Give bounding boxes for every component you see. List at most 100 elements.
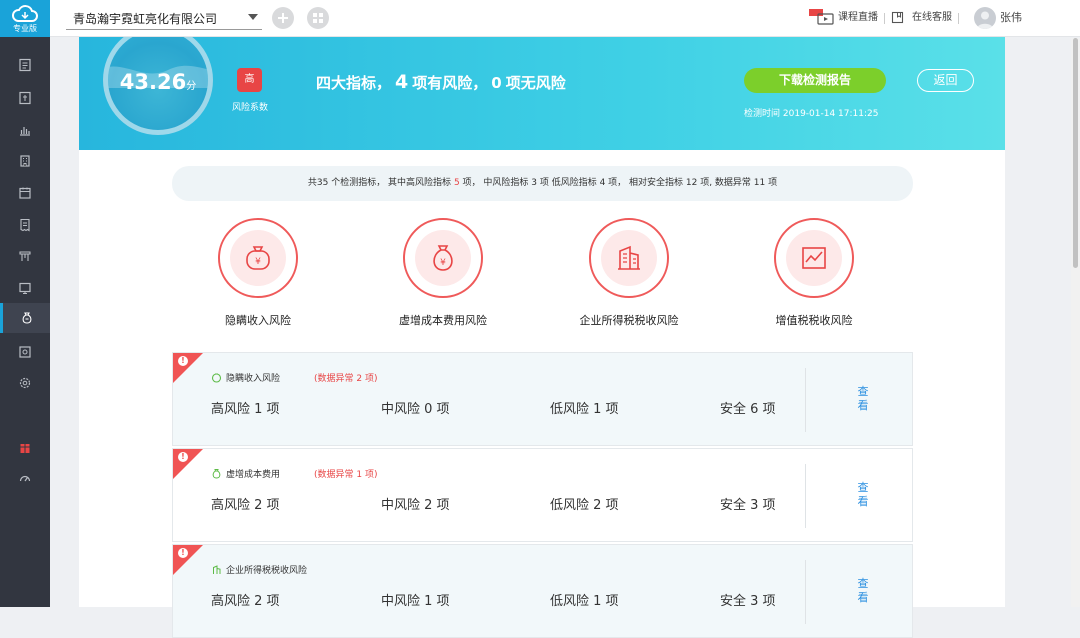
high-risk-stat: 高风险 2 项 bbox=[211, 498, 280, 513]
nav-settings[interactable] bbox=[0, 368, 50, 398]
live-course-link[interactable]: 课程直播 bbox=[838, 11, 878, 25]
score-banner: 43.26分 高 风险系数 四大指标， 4 项有风险， 0 项无风险 下载检测报告 返回… bbox=[79, 37, 1005, 150]
report-icon bbox=[19, 58, 31, 72]
low-risk-stat: 低风险 1 项 bbox=[550, 594, 619, 609]
alert-icon: ! bbox=[178, 356, 188, 366]
low-risk-stat: 低风险 2 项 bbox=[550, 498, 619, 513]
scrollbar-thumb[interactable] bbox=[1073, 38, 1078, 268]
category-label: 虚增成本费用风险 bbox=[399, 314, 487, 327]
high-risk-count: 5 bbox=[453, 178, 460, 188]
summary-text-2: 项， 中风险指标 3 项 低风险指标 4 项， 相对安全指标 12 项, 数据异… bbox=[462, 178, 778, 188]
view-link[interactable]: 查看 bbox=[857, 577, 869, 605]
cloud-logo-icon bbox=[12, 5, 38, 22]
summary-bar: 共35 个检测指标， 其中高风险指标 5 项， 中风险指标 3 项 低风险指标 … bbox=[172, 166, 913, 201]
money-bag-icon bbox=[211, 373, 222, 383]
sidebar: 专业版 bbox=[0, 0, 50, 607]
receipt-icon bbox=[20, 218, 30, 232]
nav-calendar[interactable] bbox=[0, 178, 50, 208]
anomaly-count: (数据异常 1 项) bbox=[314, 470, 378, 480]
mid-risk-stat: 中风险 1 项 bbox=[381, 594, 450, 609]
apps-button[interactable] bbox=[307, 7, 329, 29]
add-button[interactable] bbox=[272, 7, 294, 29]
company-select[interactable]: 青岛瀚宇霓虹亮化有限公司 bbox=[66, 10, 262, 30]
nav-tools[interactable] bbox=[0, 241, 50, 271]
headline-suffix: 项无风险 bbox=[505, 74, 566, 92]
risk-headline: 四大指标， 4 项有风险， 0 项无风险 bbox=[316, 71, 566, 93]
view-link[interactable]: 查看 bbox=[857, 385, 869, 413]
chart-icon bbox=[20, 127, 30, 136]
alert-corner bbox=[173, 353, 203, 383]
user-name[interactable]: 张伟 bbox=[1000, 11, 1022, 25]
category-circle bbox=[589, 218, 669, 298]
nav-tax-risk[interactable] bbox=[0, 303, 50, 333]
live-course-icon[interactable] bbox=[809, 9, 835, 25]
building-icon bbox=[618, 245, 640, 270]
risk-score: 43.26分 bbox=[108, 70, 208, 94]
calendar-icon bbox=[19, 187, 31, 199]
risk-level-badge: 高 bbox=[237, 68, 262, 92]
mid-risk-stat: 中风险 0 项 bbox=[381, 402, 450, 417]
grid-icon bbox=[313, 13, 323, 23]
building-icon bbox=[20, 155, 30, 167]
check-time: 检测时间 2019-01-14 17:11:25 bbox=[744, 106, 878, 119]
back-button[interactable]: 返回 bbox=[917, 69, 974, 92]
alert-corner bbox=[173, 545, 203, 575]
score-value: 43.26 bbox=[119, 70, 187, 94]
mid-risk-stat: 中风险 2 项 bbox=[381, 498, 450, 513]
user-icon bbox=[977, 11, 993, 29]
divider bbox=[805, 464, 806, 528]
plus-icon bbox=[278, 13, 288, 23]
download-report-button[interactable]: 下载检测报告 bbox=[744, 68, 886, 93]
svg-text:¥: ¥ bbox=[255, 257, 261, 267]
nav-gift[interactable] bbox=[0, 433, 50, 463]
card-title: 企业所得税税收风险 bbox=[211, 563, 307, 576]
chevron-down-icon[interactable] bbox=[248, 14, 258, 20]
nav-receipt[interactable] bbox=[0, 210, 50, 240]
safe-stat: 安全 3 项 bbox=[720, 498, 776, 513]
dashboard-icon bbox=[19, 475, 31, 482]
risk-card-inflated-cost: ! 虚增成本费用 (数据异常 1 项) 高风险 2 项 中风险 2 项 低风险 … bbox=[172, 448, 913, 542]
alert-icon: ! bbox=[178, 548, 188, 558]
money-bag-icon: ¥ bbox=[246, 246, 270, 270]
nav-analytics[interactable] bbox=[0, 115, 50, 145]
avatar[interactable] bbox=[974, 7, 996, 29]
category-label: 企业所得税税收风险 bbox=[579, 314, 679, 327]
app-logo[interactable]: 专业版 bbox=[0, 0, 50, 37]
nav-ledger[interactable] bbox=[0, 83, 50, 113]
high-risk-stat: 高风险 2 项 bbox=[211, 594, 280, 609]
edition-label: 专业版 bbox=[13, 24, 37, 33]
card-title-text: 企业所得税税收风险 bbox=[226, 566, 308, 576]
category-vat[interactable]: 增值税税收风险 bbox=[734, 218, 894, 328]
money-bag-icon bbox=[22, 312, 31, 324]
voucher-icon bbox=[19, 346, 31, 358]
summary-text-1: 共35 个检测指标， 其中高风险指标 bbox=[307, 178, 452, 188]
cost-bag-icon bbox=[212, 469, 221, 479]
category-circle: ¥ bbox=[218, 218, 298, 298]
separator bbox=[884, 13, 885, 24]
check-time-value: 2019-01-14 17:11:25 bbox=[782, 109, 879, 119]
nav-monitor[interactable] bbox=[0, 273, 50, 303]
nav-voucher[interactable] bbox=[0, 337, 50, 367]
score-unit: 分 bbox=[186, 81, 197, 92]
headline-mid: 项有风险， bbox=[412, 74, 488, 92]
low-risk-stat: 低风险 1 项 bbox=[550, 402, 619, 417]
category-circle: ¥ bbox=[403, 218, 483, 298]
category-inflated-cost[interactable]: ¥ 虚增成本费用风险 bbox=[363, 218, 523, 328]
online-service-link[interactable]: 在线客服 bbox=[912, 11, 952, 25]
nav-dashboard[interactable] bbox=[0, 463, 50, 493]
divider bbox=[805, 560, 806, 624]
risk-score-gauge: 43.26分 bbox=[103, 37, 213, 135]
category-label: 增值税税收风险 bbox=[775, 314, 853, 327]
vertical-scrollbar[interactable] bbox=[1071, 38, 1080, 607]
anomaly-count: (数据异常 2 项) bbox=[314, 374, 378, 384]
high-risk-stat: 高风险 1 项 bbox=[211, 402, 280, 417]
safe-stat: 安全 6 项 bbox=[720, 402, 776, 417]
nav-report[interactable] bbox=[0, 50, 50, 80]
card-title-text: 隐瞒收入风险 bbox=[226, 374, 281, 384]
category-corporate-income-tax[interactable]: 企业所得税税收风险 bbox=[549, 218, 709, 328]
cost-bag-icon: ¥ bbox=[433, 245, 453, 271]
nav-company[interactable] bbox=[0, 146, 50, 176]
view-link[interactable]: 查看 bbox=[857, 481, 869, 509]
ledger-icon bbox=[19, 91, 31, 105]
category-hidden-income[interactable]: ¥ 隐瞒收入风险 bbox=[178, 218, 338, 328]
